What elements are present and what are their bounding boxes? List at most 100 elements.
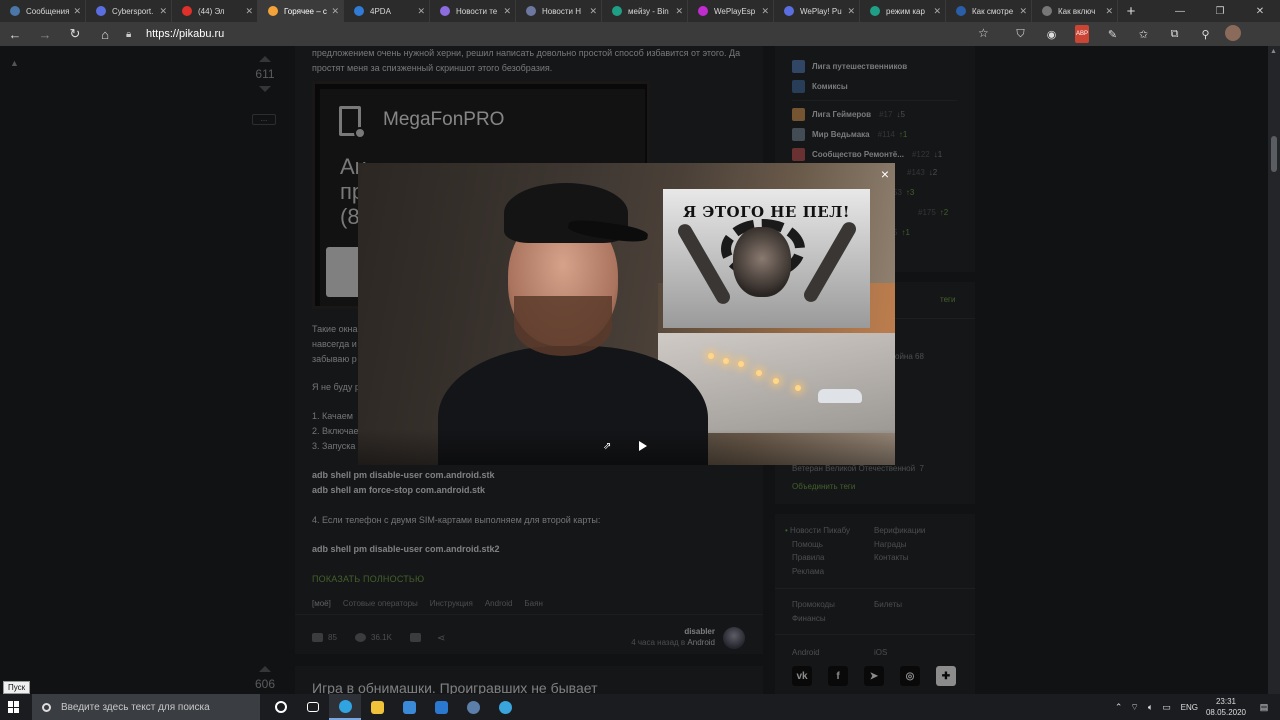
address-bar[interactable]: 🔒︎ https://pikabu.ru: [126, 24, 996, 44]
browser-tab[interactable]: режим кар ✕: [860, 0, 946, 22]
lock-icon: 🔒︎: [126, 28, 132, 40]
favorites-bar-icon[interactable]: ✩: [1128, 25, 1159, 43]
extension-icons: ⛉ ◉ ABP ✎ ✩ ⧉ ⚲: [1005, 25, 1241, 43]
share-icon[interactable]: ⚲: [1190, 25, 1221, 43]
tab-strip: Сообщения ✕ Cybersport. ✕ (44) Эл ✕ Горячее – …: [0, 0, 1280, 22]
home-icon[interactable]: ⌂: [90, 22, 120, 46]
tab-title: Новости Н: [542, 6, 581, 16]
wifi-icon[interactable]: ⌔: [1127, 702, 1143, 713]
video-frame[interactable]: Я ЭТОГО НЕ ПЕЛ!: [358, 163, 895, 465]
extension-icon[interactable]: ◉: [1036, 25, 1067, 43]
browser-tab[interactable]: 4PDA ✕: [344, 0, 430, 22]
collections-icon[interactable]: ⧉: [1159, 25, 1190, 43]
tab-close-icon[interactable]: ✕: [1105, 6, 1113, 17]
tab-close-icon[interactable]: ✕: [159, 6, 167, 17]
edge-icon[interactable]: [329, 694, 361, 720]
reload-icon[interactable]: ↻: [60, 22, 90, 46]
scroll-up-icon[interactable]: ▲: [1270, 48, 1277, 55]
shield-icon[interactable]: ⛉: [1005, 25, 1036, 43]
tray-arrow-icon[interactable]: ⌃: [1111, 702, 1127, 713]
store-icon[interactable]: [393, 694, 425, 720]
notifications-icon[interactable]: ▤: [1256, 702, 1272, 713]
language-indicator[interactable]: ENG: [1181, 703, 1198, 712]
start-tooltip: Пуск: [3, 681, 31, 694]
browser-tab[interactable]: Как смотре ✕: [946, 0, 1032, 22]
video-controls: [358, 429, 895, 465]
tab-favicon-icon: [784, 6, 794, 16]
browser-toolbar: ← → ↻ ⌂ 🔒︎ https://pikabu.ru ☆ ⛉ ◉ ABP ✎…: [0, 22, 1280, 46]
tab-favicon-icon: [10, 6, 20, 16]
tab-close-icon[interactable]: ✕: [589, 6, 597, 17]
play-icon[interactable]: [639, 441, 647, 451]
video-person: [398, 171, 708, 465]
tab-close-icon[interactable]: ✕: [847, 6, 855, 17]
tab-close-icon[interactable]: ✕: [73, 6, 81, 17]
browser-tab[interactable]: Cybersport. ✕: [86, 0, 172, 22]
window-controls: — ❐ ✕: [1160, 0, 1280, 22]
browser-tab[interactable]: Как включ ✕: [1032, 0, 1118, 22]
battery-icon[interactable]: ▭: [1159, 702, 1175, 713]
tab-close-icon[interactable]: ✕: [1019, 6, 1027, 17]
scroll-thumb[interactable]: [1271, 136, 1277, 172]
tab-title: режим кар: [886, 6, 925, 16]
tab-close-icon[interactable]: ✕: [933, 6, 941, 17]
explorer-icon[interactable]: [361, 694, 393, 720]
tab-favicon-icon: [956, 6, 966, 16]
tab-title: мейзу - Bin: [628, 6, 669, 16]
open-external-icon[interactable]: ⇗: [603, 441, 613, 452]
browser-tab[interactable]: WePlay! Pu ✕: [774, 0, 860, 22]
tab-close-icon[interactable]: ✕: [503, 6, 511, 17]
profile-avatar[interactable]: [1225, 25, 1241, 41]
browser-tab[interactable]: Новости те ✕: [430, 0, 516, 22]
favorite-star-icon[interactable]: ☆: [978, 26, 989, 40]
forward-icon[interactable]: →: [30, 22, 60, 46]
new-tab-button[interactable]: +: [1118, 0, 1144, 22]
url-text: https://pikabu.ru: [146, 28, 225, 40]
taskbar-search-input[interactable]: Введите здесь текст для поиска: [32, 694, 260, 720]
browser-tab[interactable]: мейзу - Bin ✕: [602, 0, 688, 22]
tab-title: Как смотре: [972, 6, 1014, 16]
volume-icon[interactable]: 🔈︎: [1143, 702, 1159, 713]
meme-inset: Я ЭТОГО НЕ ПЕЛ!: [663, 189, 870, 328]
tab-favicon-icon: [268, 6, 278, 16]
meme-caption: Я ЭТОГО НЕ ПЕЛ!: [682, 203, 851, 221]
tab-favicon-icon: [354, 6, 364, 16]
windows-start-icon[interactable]: [8, 701, 20, 713]
back-icon[interactable]: ←: [0, 22, 30, 46]
tab-close-icon[interactable]: ✕: [417, 6, 425, 17]
tab-favicon-icon: [870, 6, 880, 16]
browser-tab[interactable]: Сообщения ✕: [0, 0, 86, 22]
pen-icon[interactable]: ✎: [1097, 25, 1128, 43]
tab-close-icon[interactable]: ✕: [245, 6, 253, 17]
tab-close-icon[interactable]: ✕: [331, 6, 339, 17]
taskbar: Введите здесь текст для поиска ⌃ ⌔ 🔈︎ ▭ …: [0, 694, 1280, 720]
tab-close-icon[interactable]: ✕: [761, 6, 769, 17]
video-modal: Я ЭТОГО НЕ ПЕЛ! ⇗ ×: [358, 163, 895, 465]
tab-title: Горячее – с: [284, 6, 327, 16]
task-view-icon[interactable]: [297, 694, 329, 720]
browser-tab[interactable]: WePlayEsp ✕: [688, 0, 774, 22]
tab-favicon-icon: [612, 6, 622, 16]
mail-icon[interactable]: [425, 694, 457, 720]
close-modal-icon[interactable]: ×: [877, 166, 893, 182]
tab-favicon-icon: [182, 6, 192, 16]
browser-tab[interactable]: Новости Н ✕: [516, 0, 602, 22]
tab-title: WePlay! Pu: [800, 6, 842, 16]
taskbar-apps: [265, 694, 521, 720]
clock[interactable]: 23:31 08.05.2020: [1206, 696, 1246, 718]
close-window-icon[interactable]: ✕: [1240, 0, 1280, 22]
steam-icon[interactable]: [457, 694, 489, 720]
adblock-icon[interactable]: ABP: [1075, 25, 1089, 43]
tab-close-icon[interactable]: ✕: [675, 6, 683, 17]
browser-tab[interactable]: Горячее – с ✕: [258, 0, 344, 22]
browser-tab[interactable]: (44) Эл ✕: [172, 0, 258, 22]
telegram-app-icon[interactable]: [489, 694, 521, 720]
page-scrollbar[interactable]: ▲: [1268, 46, 1280, 694]
maximize-icon[interactable]: ❐: [1200, 0, 1240, 22]
cortana-icon[interactable]: [265, 694, 297, 720]
tab-title: (44) Эл: [198, 6, 225, 16]
system-tray: ⌃ ⌔ 🔈︎ ▭ ENG 23:31 08.05.2020 ▤: [1111, 694, 1272, 720]
tab-favicon-icon: [1042, 6, 1052, 16]
minimize-icon[interactable]: —: [1160, 0, 1200, 22]
search-icon: [42, 702, 51, 712]
